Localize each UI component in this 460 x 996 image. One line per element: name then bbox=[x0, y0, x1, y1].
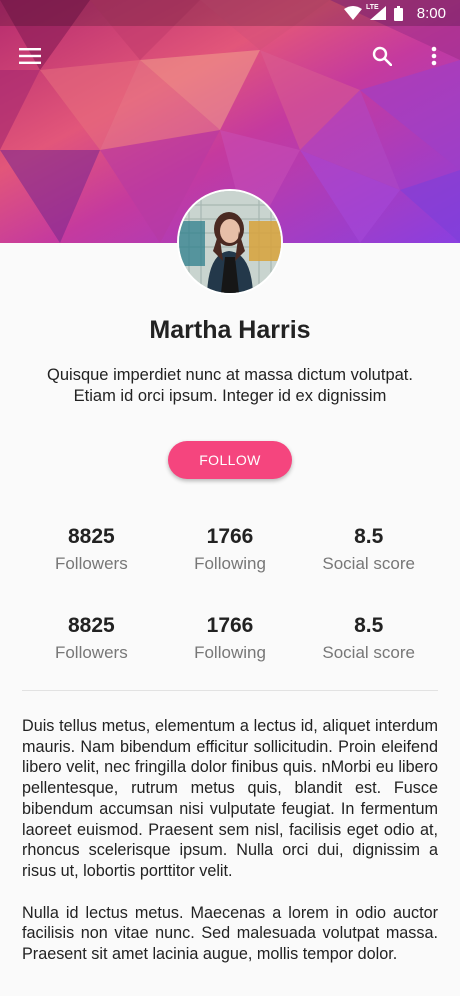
wifi-icon bbox=[343, 6, 362, 20]
profile-tagline: Quisque imperdiet nunc at massa dictum v… bbox=[47, 366, 413, 405]
description-paragraph: Nulla id lectus metus. Maecenas a lorem … bbox=[22, 903, 438, 964]
profile-description: Duis tellus metus, elementum a lectus id… bbox=[22, 716, 438, 986]
stat-followers[interactable]: 8825 Followers bbox=[22, 524, 161, 576]
stat-value: 8.5 bbox=[354, 525, 384, 548]
stat-social-score[interactable]: 8.5 Social score bbox=[299, 524, 438, 576]
battery-icon bbox=[393, 5, 403, 21]
toolbar bbox=[0, 30, 460, 82]
status-time: 8:00 bbox=[416, 4, 446, 22]
stat-value: 8825 bbox=[67, 525, 115, 548]
stat-label: Social score bbox=[322, 554, 415, 573]
stat-label: Followers bbox=[54, 643, 128, 662]
stat-label: Followers bbox=[54, 554, 128, 573]
search-icon bbox=[372, 46, 392, 66]
stat-value: 1766 bbox=[206, 525, 254, 548]
stat-value: 1766 bbox=[206, 614, 254, 637]
follow-button[interactable]: FOLLOW bbox=[168, 441, 292, 479]
stat-following[interactable]: 1766 Following bbox=[161, 613, 300, 665]
search-button[interactable] bbox=[360, 30, 404, 82]
stats-row: 8825 Followers 1766 Following 8.5 Social… bbox=[22, 524, 438, 576]
avatar[interactable] bbox=[177, 189, 283, 295]
more-options-button[interactable] bbox=[412, 30, 456, 82]
menu-button[interactable] bbox=[8, 30, 52, 82]
stat-social-score[interactable]: 8.5 Social score bbox=[299, 613, 438, 665]
description-paragraph: Duis tellus metus, elementum a lectus id… bbox=[22, 717, 438, 880]
stat-label: Social score bbox=[322, 643, 415, 662]
status-bar: 8:00 bbox=[0, 0, 460, 26]
stat-label: Following bbox=[194, 643, 266, 662]
stat-followers[interactable]: 8825 Followers bbox=[22, 613, 161, 665]
stats-row: 8825 Followers 1766 Following 8.5 Social… bbox=[22, 613, 438, 665]
stat-value: 8.5 bbox=[354, 614, 384, 637]
more-vert-icon bbox=[431, 46, 437, 66]
avatar-photo bbox=[179, 191, 281, 293]
stat-following[interactable]: 1766 Following bbox=[161, 524, 300, 576]
network-type: LTE bbox=[366, 4, 379, 11]
menu-icon bbox=[19, 48, 41, 64]
stat-label: Following bbox=[194, 554, 266, 573]
stat-value: 8825 bbox=[67, 614, 115, 637]
divider bbox=[22, 690, 438, 691]
profile-name: Martha Harris bbox=[149, 316, 311, 344]
